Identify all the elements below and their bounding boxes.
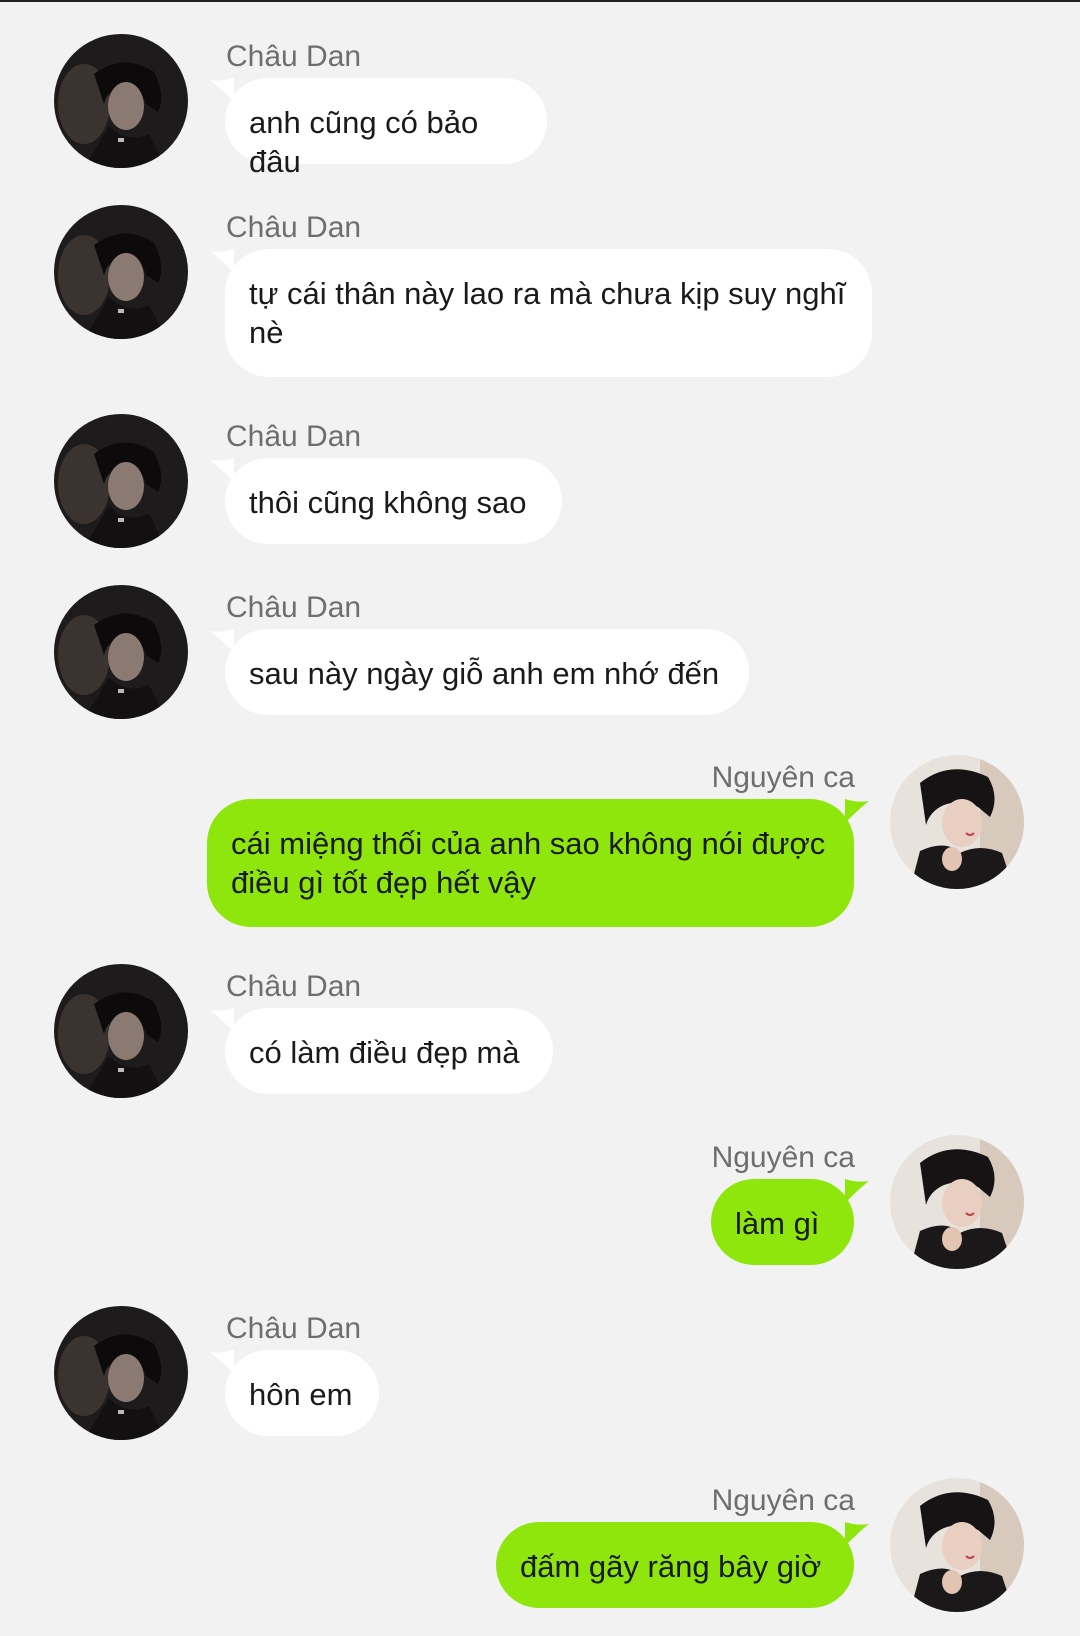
sender-name: Nguyên ca: [711, 1141, 855, 1174]
message-bubble[interactable]: hôn em: [225, 1350, 379, 1436]
sender-avatar[interactable]: [54, 414, 188, 548]
self-avatar[interactable]: [890, 755, 1024, 889]
avatar-dark-icon: [54, 414, 188, 548]
avatar-light-icon: [890, 1135, 1024, 1269]
bubble-tail: [845, 1522, 869, 1546]
message-bubble[interactable]: thôi cũng không sao: [225, 458, 562, 544]
sender-avatar[interactable]: [54, 205, 188, 339]
sender-avatar[interactable]: [54, 1306, 188, 1440]
message-row: Nguyên ca đấm gãy răng bây giờ: [0, 1478, 1080, 1612]
sender-avatar[interactable]: [54, 34, 188, 168]
message-bubble[interactable]: anh cũng có bảo đâu: [225, 78, 547, 179]
message-row: Châu Dan sau này ngày giỗ anh em nhớ đến: [0, 585, 1080, 719]
avatar-dark-icon: [54, 585, 188, 719]
sender-name: Châu Dan: [226, 211, 362, 244]
avatar-dark-icon: [54, 1306, 188, 1440]
sender-name: Châu Dan: [226, 40, 362, 73]
message-row: Nguyên ca làm gì: [0, 1135, 1080, 1269]
sender-name: Châu Dan: [226, 591, 362, 624]
message-bubble[interactable]: tự cái thân này lao ra mà chưa kịp suy n…: [225, 249, 872, 377]
avatar-dark-icon: [54, 205, 188, 339]
message-row: Nguyên ca cái miệng thối của anh sao khô…: [0, 755, 1080, 927]
message-bubble[interactable]: sau này ngày giỗ anh em nhớ đến: [225, 629, 749, 715]
sender-name: Nguyên ca: [711, 1484, 855, 1517]
avatar-light-icon: [890, 755, 1024, 889]
self-avatar[interactable]: [890, 1478, 1024, 1612]
message-bubble[interactable]: đấm gãy răng bây giờ: [496, 1522, 854, 1608]
message-row: Châu Dan thôi cũng không sao: [0, 414, 1080, 548]
bubble-tail: [845, 1179, 869, 1203]
message-bubble[interactable]: làm gì: [711, 1179, 854, 1265]
self-avatar[interactable]: [890, 1135, 1024, 1269]
sender-name: Nguyên ca: [711, 761, 855, 794]
bubble-tail: [845, 799, 869, 823]
sender-name: Châu Dan: [226, 970, 362, 1003]
message-row: Châu Dan có làm điều đẹp mà: [0, 964, 1080, 1098]
message-bubble[interactable]: cái miệng thối của anh sao không nói đượ…: [207, 799, 854, 927]
message-row: Châu Dan anh cũng có bảo đâu: [0, 34, 1080, 179]
avatar-dark-icon: [54, 964, 188, 1098]
top-border: [0, 0, 1080, 2]
avatar-dark-icon: [54, 34, 188, 168]
sender-name: Châu Dan: [226, 1312, 362, 1345]
sender-name: Châu Dan: [226, 420, 362, 453]
message-row: Châu Dan hôn em: [0, 1306, 1080, 1440]
avatar-light-icon: [890, 1478, 1024, 1612]
message-bubble[interactable]: có làm điều đẹp mà: [225, 1008, 553, 1094]
sender-avatar[interactable]: [54, 585, 188, 719]
message-row: Châu Dan tự cái thân này lao ra mà chưa …: [0, 205, 1080, 377]
sender-avatar[interactable]: [54, 964, 188, 1098]
